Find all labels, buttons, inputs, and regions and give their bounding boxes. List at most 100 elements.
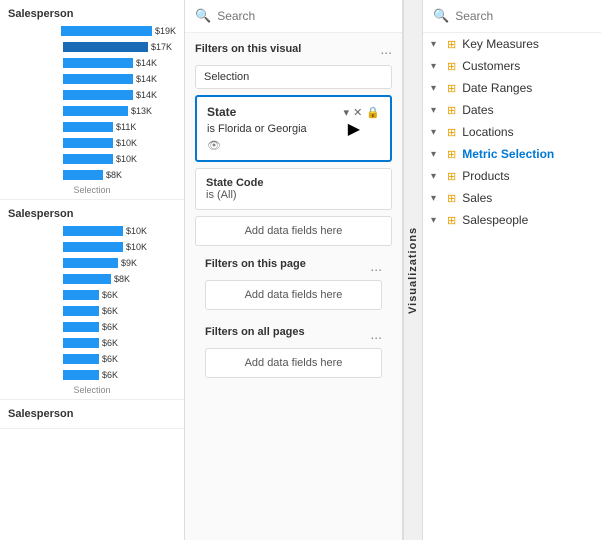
middle-search-input[interactable]: [217, 9, 392, 23]
bar-fill: [63, 274, 111, 284]
table-row: $6K: [8, 320, 176, 334]
bar-fill: [63, 290, 99, 300]
filters-this-page-more[interactable]: ...: [370, 258, 382, 274]
table-icon: ⊞: [447, 126, 456, 139]
search-icon: 🔍: [195, 8, 211, 24]
bar-chart-1: $19K $17K $14K $14K: [8, 24, 176, 182]
filters-this-visual-title: Filters on this visual: [195, 43, 301, 55]
add-fields-page-button[interactable]: Add data fields here: [205, 280, 382, 310]
middle-panel: 🔍 Filters on this visual ... Selection S…: [185, 0, 403, 540]
bar-fill: [63, 306, 99, 316]
state-filter-icons: ▾ ✕ 🔒: [344, 106, 380, 119]
table-row: $14K: [8, 72, 176, 86]
bar-fill: [63, 74, 133, 84]
filters-all-pages-title: Filters on all pages: [205, 326, 305, 342]
state-filter-header: State ▾ ✕ 🔒: [207, 105, 380, 119]
bar-value: $6K: [99, 338, 118, 348]
state-code-title: State Code: [206, 177, 381, 189]
table-icon: ⊞: [447, 38, 456, 51]
sidebar-item-dates[interactable]: ▾ ⊞ Dates: [423, 99, 601, 121]
bar-value: $13K: [128, 106, 152, 116]
fields-list: ▾ ⊞ Key Measures ▾ ⊞ Customers ▾ ⊞ Date …: [423, 33, 601, 540]
sidebar-item-products[interactable]: ▾ ⊞ Products: [423, 165, 601, 187]
bar-fill: [63, 242, 123, 252]
filters-this-page-title: Filters on this page: [205, 258, 306, 274]
bar-fill: [63, 42, 148, 52]
right-search-input[interactable]: [455, 9, 601, 23]
table-row: $6K: [8, 288, 176, 302]
bar-fill: [63, 170, 103, 180]
chevron-icon: ▾: [431, 61, 443, 72]
tree-item-label: Metric Selection: [462, 147, 554, 161]
bar-chart-2: $10K $10K $9K $8K: [8, 224, 176, 382]
selection-label: Selection: [204, 71, 249, 83]
table-row: $14K: [8, 56, 176, 70]
sidebar-item-metric-selection[interactable]: ▾ ⊞ Metric Selection: [423, 143, 601, 165]
chart-footer-2: Selection: [8, 385, 176, 395]
table-icon: ⊞: [447, 192, 456, 205]
chart-title-1: Salesperson: [8, 8, 176, 20]
table-row: $11K: [8, 120, 176, 134]
chevron-icon: ▾: [431, 105, 443, 116]
bar-value: $8K: [103, 170, 122, 180]
state-code-filter-card[interactable]: State Code is (All): [195, 168, 392, 210]
selection-filter-pill[interactable]: Selection: [195, 65, 392, 89]
table-icon: ⊞: [447, 104, 456, 117]
chart-section-3: Salesperson: [0, 400, 184, 429]
bar-value: $6K: [99, 290, 118, 300]
sidebar-item-salespeople[interactable]: ▾ ⊞ Salespeople: [423, 209, 601, 231]
chevron-icon: ▾: [431, 149, 443, 160]
chevron-down-icon[interactable]: ▾: [344, 106, 350, 119]
table-row: $6K: [8, 336, 176, 350]
bar-value: $6K: [99, 306, 118, 316]
filters-this-visual-header: Filters on this visual ...: [195, 41, 392, 57]
sidebar-item-key-measures[interactable]: ▾ ⊞ Key Measures: [423, 33, 601, 55]
tree-item-label: Dates: [462, 103, 493, 117]
table-row: $8K: [8, 168, 176, 182]
table-row: $10K: [8, 152, 176, 166]
visualizations-tab[interactable]: Visualizations: [403, 0, 423, 540]
bar-value: $10K: [113, 138, 137, 148]
chevron-icon: ▾: [431, 127, 443, 138]
lock-icon[interactable]: 🔒: [366, 106, 380, 119]
clear-filter-icon[interactable]: ✕: [353, 106, 362, 119]
chevron-icon: ▾: [431, 39, 443, 50]
tree-item-label: Salespeople: [462, 213, 528, 227]
filters-all-pages-header: Filters on all pages ...: [205, 326, 382, 342]
table-row: $10K: [8, 240, 176, 254]
right-panel: 🔍 ▾ ⊞ Key Measures ▾ ⊞ Customers ▾ ⊞ Dat…: [423, 0, 601, 540]
sidebar-item-locations[interactable]: ▾ ⊞ Locations: [423, 121, 601, 143]
table-row: $6K: [8, 352, 176, 366]
bar-fill: [63, 90, 133, 100]
bar-value: $11K: [113, 122, 136, 132]
bar-fill: [63, 58, 133, 68]
add-fields-all-button[interactable]: Add data fields here: [205, 348, 382, 378]
table-row: $10K: [8, 224, 176, 238]
add-fields-visual-button[interactable]: Add data fields here: [195, 216, 392, 246]
table-row: $6K: [8, 304, 176, 318]
cursor-pointer: ▶: [348, 119, 360, 139]
bar-fill: [63, 354, 99, 364]
bar-value: $14K: [133, 58, 157, 68]
bar-value: $17K: [148, 42, 172, 52]
eye-icon[interactable]: 👁: [207, 139, 221, 152]
tree-item-label: Locations: [462, 125, 513, 139]
table-row: $17K: [8, 40, 176, 54]
chevron-icon: ▾: [431, 215, 443, 226]
sidebar-item-date-ranges[interactable]: ▾ ⊞ Date Ranges: [423, 77, 601, 99]
bar-fill: [61, 26, 152, 36]
filters-all-pages-more[interactable]: ...: [370, 326, 382, 342]
sidebar-item-sales[interactable]: ▾ ⊞ Sales: [423, 187, 601, 209]
tree-item-label: Sales: [462, 191, 492, 205]
table-icon: ⊞: [447, 82, 456, 95]
table-row: $19K: [8, 24, 176, 38]
table-row: $10K: [8, 136, 176, 150]
bar-value: $6K: [99, 354, 118, 364]
filters-this-visual-more[interactable]: ...: [380, 41, 392, 57]
table-icon: ⊞: [447, 60, 456, 73]
tree-item-label: Date Ranges: [462, 81, 532, 95]
state-filter-card[interactable]: State ▾ ✕ 🔒 is Florida or Georgia 👁 ▶: [195, 95, 392, 162]
chart-footer-1: Selection: [8, 185, 176, 195]
bar-value: $14K: [133, 74, 157, 84]
sidebar-item-customers[interactable]: ▾ ⊞ Customers: [423, 55, 601, 77]
